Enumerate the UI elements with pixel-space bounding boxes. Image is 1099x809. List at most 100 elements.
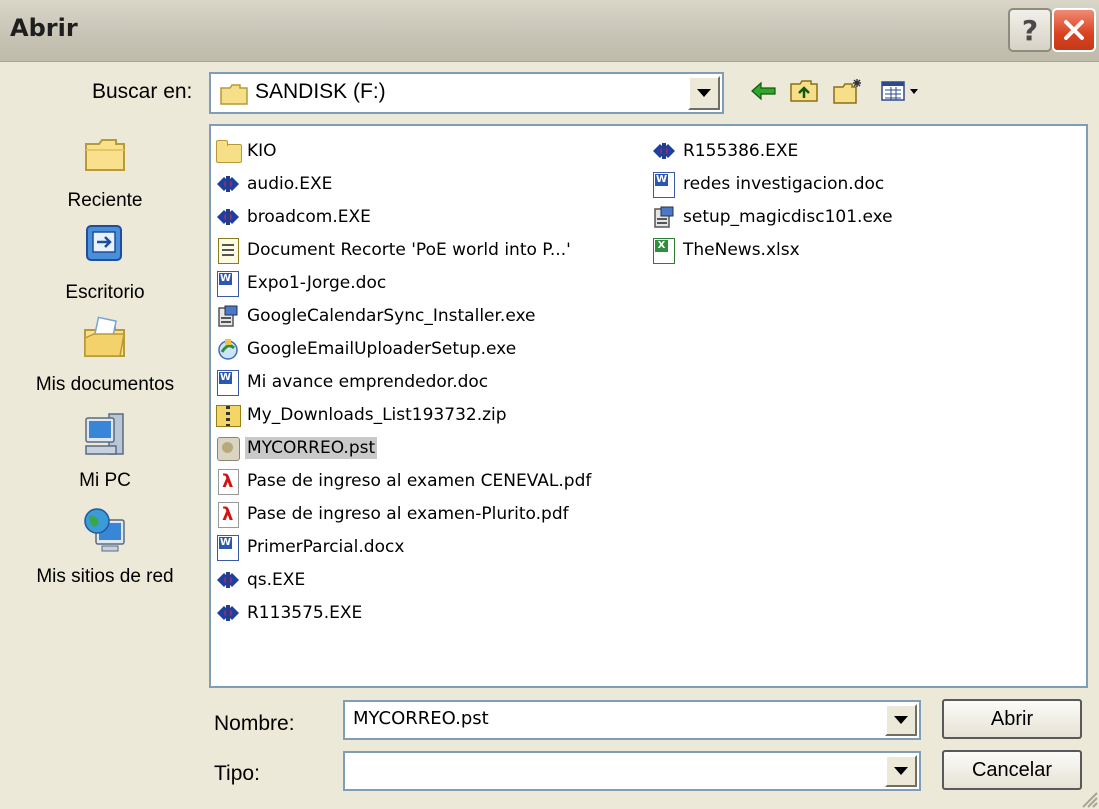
file-name: PrimerParcial.docx [247, 536, 405, 557]
look-in-dropdown[interactable]: SANDISK (F:) [209, 72, 724, 114]
file-item[interactable]: Mi avance emprendedor.doc [215, 365, 593, 398]
file-item[interactable]: PrimerParcial.docx [215, 530, 593, 563]
open-button[interactable]: Abrir [942, 699, 1082, 739]
file-item[interactable]: setup_magicdisc101.exe [651, 200, 895, 233]
places-recent-label: Reciente [67, 190, 143, 211]
file-list[interactable]: KIO audio.EXE broadcom.EXE Document Recorte… [209, 124, 1088, 688]
file-list-column-1: KIO audio.EXE broadcom.EXE Document Recorte… [215, 134, 593, 629]
up-one-level-icon [790, 80, 818, 102]
exe-icon [215, 567, 241, 593]
file-name: audio.EXE [247, 173, 333, 194]
filetype-dropdown-button[interactable] [885, 755, 917, 787]
title-bar[interactable]: Abrir ? [0, 0, 1099, 62]
chevron-down-icon [894, 716, 908, 724]
file-item[interactable]: R113575.EXE [215, 596, 593, 629]
file-item[interactable]: audio.EXE [215, 167, 593, 200]
places-recent[interactable]: Reciente [14, 134, 196, 211]
file-name: TheNews.xlsx [683, 239, 800, 260]
file-item[interactable]: GoogleCalendarSync_Installer.exe [215, 299, 593, 332]
file-name: R113575.EXE [247, 602, 363, 623]
pdf-icon [215, 501, 241, 528]
exe-icon [215, 204, 241, 230]
recent-folder-icon [85, 139, 125, 171]
file-item[interactable]: qs.EXE [215, 563, 593, 596]
file-item[interactable]: broadcom.EXE [215, 200, 593, 233]
view-list-icon [881, 81, 918, 101]
places-desktop[interactable]: Escritorio [14, 222, 196, 303]
up-folder-button[interactable] [786, 76, 822, 106]
my-documents-icon [84, 316, 125, 357]
desktop-icon [86, 225, 122, 261]
file-name: GoogleEmailUploaderSetup.exe [247, 338, 517, 359]
zip-icon [215, 402, 241, 428]
file-item[interactable]: Pase de ingreso al examen-Plurito.pdf [215, 497, 593, 530]
view-menu-button[interactable] [876, 76, 930, 106]
places-network[interactable]: Mis sitios de red [14, 506, 196, 587]
filetype-label: Tipo: [214, 762, 260, 785]
resize-grip-icon[interactable] [1077, 787, 1099, 809]
file-item[interactable]: Pase de ingreso al examen CENEVAL.pdf [215, 464, 593, 497]
places-network-label: Mis sitios de red [36, 566, 174, 587]
file-name: qs.EXE [247, 569, 306, 590]
file-item[interactable]: redes investigacion.doc [651, 167, 895, 200]
help-button[interactable]: ? [1008, 8, 1052, 52]
look-in-label: Buscar en: [92, 80, 193, 103]
file-name: KIO [247, 140, 277, 161]
exe-icon [215, 171, 241, 197]
folder-icon [215, 138, 242, 164]
places-desktop-label: Escritorio [65, 282, 145, 303]
open-file-dialog: Abrir ? Buscar en: SANDISK (F:) Reciente… [0, 0, 1099, 809]
excel-document-icon [651, 237, 677, 264]
filename-dropdown-button[interactable] [885, 704, 917, 736]
file-name: Expo1-Jorge.doc [247, 272, 387, 293]
filename-value: MYCORREO.pst [353, 708, 489, 729]
file-name: My_Downloads_List193732.zip [247, 404, 507, 425]
file-item[interactable]: Document Recorte 'PoE world into P...' [215, 233, 593, 266]
new-folder-icon [833, 79, 861, 104]
file-item[interactable]: TheNews.xlsx [651, 233, 895, 266]
file-name: Mi avance emprendedor.doc [247, 371, 489, 392]
close-icon [1064, 20, 1084, 40]
drive-folder-icon [220, 84, 248, 105]
dialog-title: Abrir [10, 14, 78, 42]
file-list-column-2: R155386.EXE redes investigacion.doc setup_… [651, 134, 895, 266]
pst-icon [215, 435, 241, 461]
exe-icon [651, 138, 677, 164]
places-my-documents[interactable]: Mis documentos [14, 316, 196, 395]
file-name: redes investigacion.doc [683, 173, 885, 194]
file-name: Pase de ingreso al examen-Plurito.pdf [247, 503, 569, 524]
file-item[interactable]: R155386.EXE [651, 134, 895, 167]
text-document-icon [215, 237, 241, 264]
file-name: MYCORREO.pst [245, 436, 378, 459]
installer-icon [215, 303, 241, 329]
setup-icon [215, 336, 241, 362]
chevron-down-icon [697, 89, 711, 97]
filename-field[interactable]: MYCORREO.pst [343, 700, 921, 740]
file-name: R155386.EXE [683, 140, 799, 161]
file-name: setup_magicdisc101.exe [683, 206, 893, 227]
word-document-icon [215, 270, 241, 297]
word-document-icon [215, 369, 241, 396]
places-my-computer[interactable]: Mi PC [14, 410, 196, 491]
file-item[interactable]: KIO [215, 134, 593, 167]
word-document-icon [215, 534, 241, 561]
back-arrow-icon [751, 81, 776, 101]
back-button[interactable] [746, 76, 782, 106]
cancel-button[interactable]: Cancelar [942, 750, 1082, 790]
network-places-icon [84, 508, 125, 552]
exe-icon [215, 600, 241, 626]
file-name: Document Recorte 'PoE world into P...' [247, 239, 571, 260]
file-item[interactable]: GoogleEmailUploaderSetup.exe [215, 332, 593, 365]
close-button[interactable] [1052, 8, 1096, 52]
file-item[interactable]: Expo1-Jorge.doc [215, 266, 593, 299]
new-folder-button[interactable] [830, 76, 866, 106]
file-name: GoogleCalendarSync_Installer.exe [247, 305, 536, 326]
filetype-select[interactable] [343, 751, 921, 791]
file-name: Pase de ingreso al examen CENEVAL.pdf [247, 470, 592, 491]
file-item[interactable]: MYCORREO.pst [215, 431, 593, 464]
look-in-dropdown-button[interactable] [688, 76, 720, 110]
pdf-icon [215, 468, 241, 495]
file-item[interactable]: My_Downloads_List193732.zip [215, 398, 593, 431]
chevron-down-icon [894, 767, 908, 775]
installer-icon [651, 204, 677, 230]
